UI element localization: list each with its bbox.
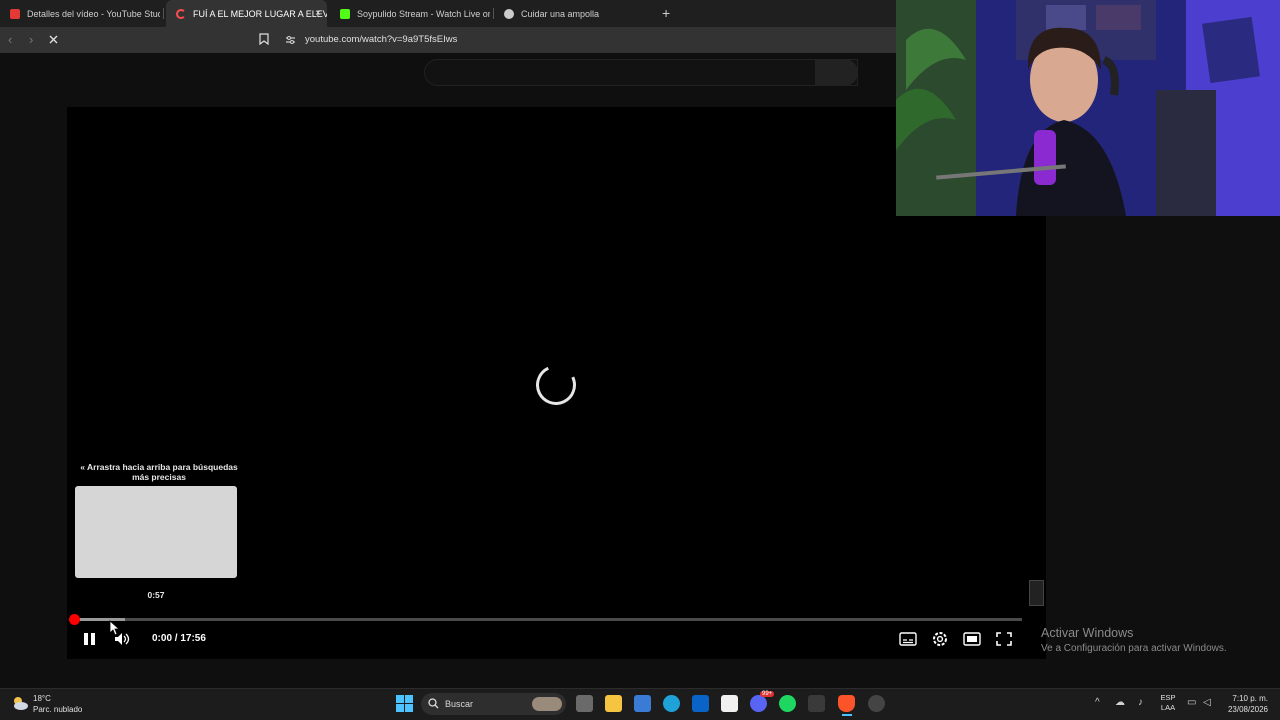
kick-icon: [340, 8, 350, 19]
language-indicator[interactable]: ESP LAA: [1160, 693, 1176, 713]
outlook-icon[interactable]: [692, 695, 709, 712]
taskbar-search-label: Buscar: [445, 699, 474, 709]
progress-scrubber-handle[interactable]: [69, 614, 80, 625]
taskbar-clock[interactable]: 7:10 p. m. 23/08/2026: [1220, 693, 1268, 715]
loading-icon: [176, 8, 186, 19]
weather-cloud-icon[interactable]: [10, 694, 30, 712]
language-code: ESP: [1160, 693, 1176, 702]
onedrive-icon[interactable]: ☁: [1115, 697, 1125, 708]
speaker-icon[interactable]: ◁: [1203, 697, 1211, 708]
seek-hint-text: « Arrastra hacia arriba para búsquedas m…: [80, 462, 238, 482]
weather-widget[interactable]: 18°C Parc. nublado: [33, 693, 82, 715]
active-app-indicator: [842, 714, 852, 716]
show-hidden-icons-icon[interactable]: ^: [1095, 697, 1100, 708]
tab-kick-stream[interactable]: Soypulido Stream - Watch Live on Ki: [330, 0, 490, 27]
theater-mode-icon[interactable]: [962, 630, 982, 648]
activate-windows-subtitle: Ve a Configuración para activar Windows.: [1041, 643, 1227, 654]
tab-bar: Detalles del vídeo - YouTube Studio FUÍ …: [0, 0, 896, 27]
obs-icon[interactable]: [868, 695, 885, 712]
network-icon[interactable]: ▭: [1187, 697, 1196, 708]
pause-icon[interactable]: [80, 630, 100, 648]
language-layout: LAA: [1160, 703, 1176, 712]
tab-cuidar-ampolla[interactable]: Cuidar una ampolla: [494, 0, 654, 27]
microphone-icon[interactable]: ♪: [1138, 697, 1143, 708]
tab-title: Detalles del vídeo - YouTube Studio: [27, 8, 160, 19]
tab-title: Cuidar una ampolla: [521, 8, 600, 19]
youtube-search-button[interactable]: [815, 59, 858, 86]
address-bar[interactable]: youtube.com/watch?v=9a9T5fsEIws: [305, 34, 457, 45]
youtube-studio-icon: [10, 8, 20, 19]
time-display: 0:00 / 17:56: [152, 633, 206, 644]
app-icon[interactable]: [808, 695, 825, 712]
forward-icon[interactable]: ›: [29, 32, 33, 47]
file-explorer-icon[interactable]: [605, 695, 622, 712]
youtube-search-input[interactable]: [424, 59, 858, 86]
mouse-cursor-icon: [109, 620, 121, 636]
tab-video-active[interactable]: FUÍ A EL MEJOR LUGAR A ELEVA ×: [166, 0, 327, 27]
chatgpt-icon: [504, 8, 514, 19]
clock-time: 7:10 p. m.: [1232, 694, 1268, 703]
fullscreen-icon[interactable]: [994, 630, 1014, 648]
tab-youtube-studio[interactable]: Detalles del vídeo - YouTube Studio: [0, 0, 160, 27]
spotify-icon[interactable]: [779, 695, 796, 712]
settings-gear-icon[interactable]: [930, 630, 950, 648]
seek-preview-time: 0:57: [147, 590, 165, 600]
close-tab-icon[interactable]: ×: [315, 8, 321, 19]
task-view-icon[interactable]: [576, 695, 593, 712]
search-icon: [428, 698, 439, 709]
back-icon[interactable]: ‹: [8, 32, 12, 47]
endscreen-card[interactable]: [1029, 580, 1044, 606]
address-toolbar: ‹ › youtube.com/watch?v=9a9T5fsEIws: [0, 27, 896, 53]
brave-browser-icon[interactable]: [838, 695, 855, 712]
microsoft-store-icon[interactable]: [721, 695, 738, 712]
clock-date: 23/08/2026: [1227, 705, 1268, 714]
notification-badge: 99+: [760, 691, 775, 697]
streamer-webcam-image: [896, 0, 1280, 216]
progress-bar[interactable]: [75, 618, 1022, 621]
weather-condition: Parc. nublado: [33, 705, 83, 714]
discord-icon[interactable]: [750, 695, 767, 712]
subtitles-icon[interactable]: [898, 630, 918, 648]
seek-preview-thumbnail: [75, 486, 237, 578]
weather-temperature: 18°C: [33, 694, 51, 703]
activate-windows-title: Activar Windows: [1041, 626, 1134, 640]
tab-title: Soypulido Stream - Watch Live on Ki: [357, 8, 490, 19]
microsoft-365-icon[interactable]: [634, 695, 651, 712]
windows-start-icon[interactable]: [396, 695, 413, 712]
stop-loading-icon[interactable]: [48, 34, 59, 45]
edge-icon[interactable]: [663, 695, 680, 712]
bookmark-icon[interactable]: [259, 33, 269, 45]
tab-title: FUÍ A EL MEJOR LUGAR A ELEVA: [193, 8, 327, 19]
webcam-overlay: [896, 0, 1280, 216]
site-info-icon[interactable]: [285, 35, 296, 45]
new-tab-button[interactable]: +: [662, 5, 670, 21]
search-highlight-icon: [532, 697, 562, 711]
